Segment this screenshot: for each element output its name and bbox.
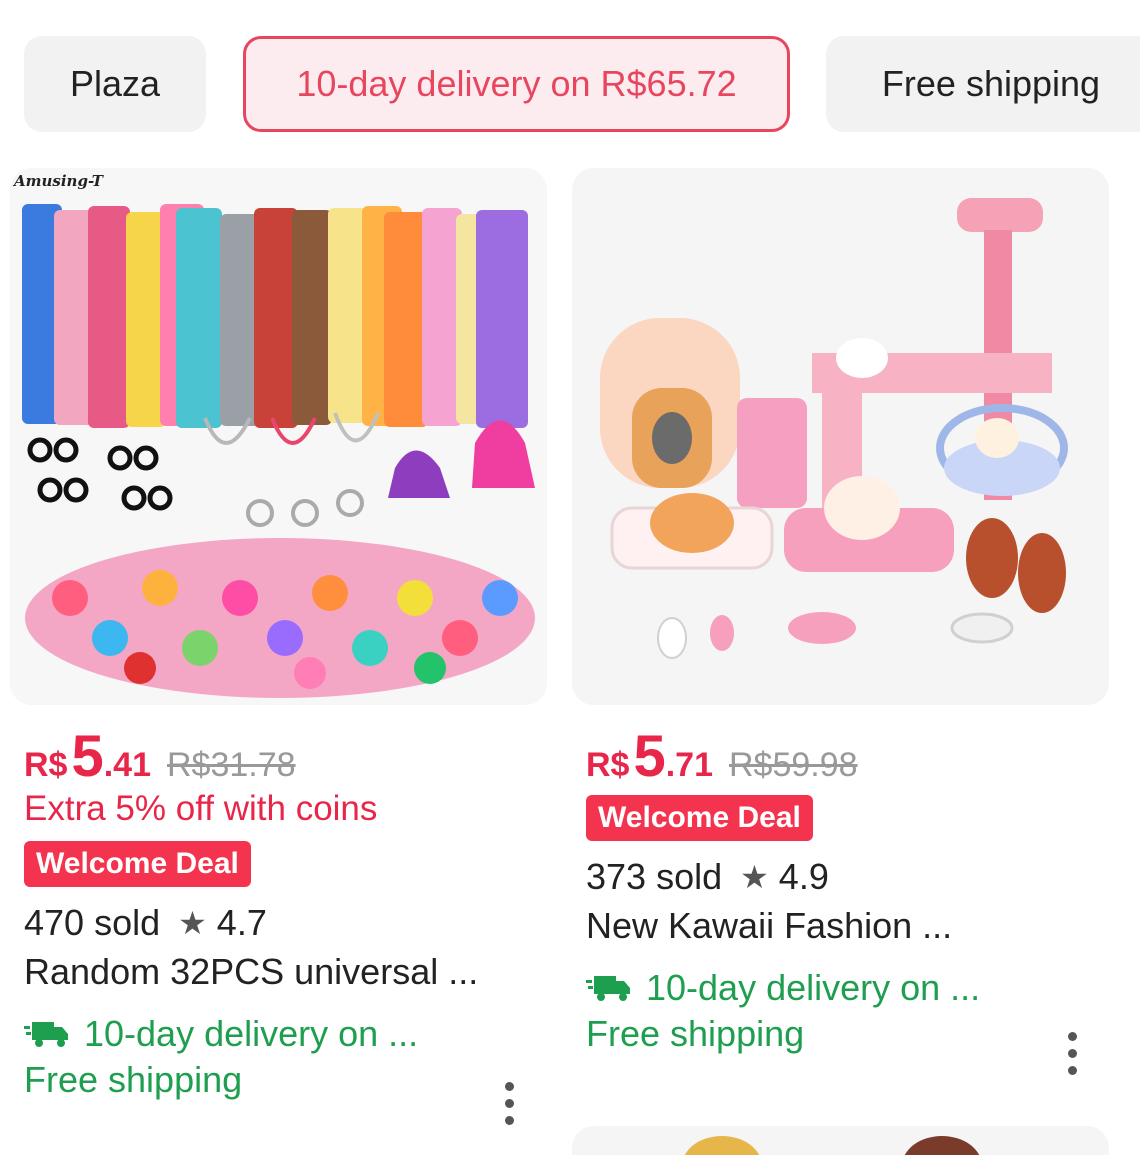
- product-image-pet-playset: [572, 168, 1109, 705]
- welcome-deal-badge: Welcome Deal: [24, 841, 251, 887]
- price: R$ 5 .41 R$31.78: [24, 723, 547, 789]
- sold-count: 470 sold: [24, 902, 161, 943]
- delivery-text: 10-day delivery on ...: [646, 967, 981, 1008]
- sales-rating: 373 sold ★ 4.9: [586, 853, 1109, 901]
- product-card[interactable]: Amusing-T R$ 5 .41 R$31.78 Extra 5% off …: [10, 168, 547, 1125]
- product-card-partial[interactable]: [572, 1126, 1109, 1155]
- price-integer: 5: [633, 724, 666, 789]
- sales-rating: 470 sold ★ 4.7: [24, 899, 547, 947]
- brand-mark: Amusing-T: [12, 172, 105, 190]
- coins-discount: Extra 5% off with coins: [24, 789, 378, 828]
- product-card[interactable]: R$ 5 .71 R$59.98 Welcome Deal 373 sold ★…: [572, 168, 1109, 1075]
- original-price: R$31.78: [167, 746, 296, 784]
- delivery-text: 10-day delivery on ...: [84, 1013, 419, 1054]
- more-options-icon[interactable]: [499, 1082, 519, 1125]
- filter-chip-plaza[interactable]: Plaza: [24, 36, 206, 132]
- product-image-doll-clothes: Amusing-T: [10, 168, 547, 705]
- welcome-deal-badge: Welcome Deal: [586, 795, 813, 841]
- filter-chip-free-shipping[interactable]: Free shipping: [826, 36, 1140, 132]
- sold-count: 373 sold: [586, 856, 723, 897]
- free-shipping-text: Free shipping: [24, 1059, 243, 1100]
- more-options-icon[interactable]: [1062, 1032, 1082, 1075]
- delivery-info: 10-day delivery on ...: [24, 1009, 547, 1059]
- product-image[interactable]: [572, 168, 1109, 705]
- star-icon: ★: [178, 905, 207, 941]
- price-decimal: .71: [665, 746, 713, 784]
- price-integer: 5: [71, 724, 104, 789]
- product-title[interactable]: New Kawaii Fashion ...: [586, 905, 1086, 955]
- product-title[interactable]: Random 32PCS universal ...: [24, 951, 524, 1001]
- original-price: R$59.98: [729, 746, 858, 784]
- currency-symbol: R$: [24, 746, 68, 784]
- price: R$ 5 .71 R$59.98: [586, 723, 1109, 789]
- free-shipping-text: Free shipping: [586, 1013, 805, 1054]
- price-decimal: .41: [103, 746, 151, 784]
- rating-value: 4.7: [216, 902, 267, 943]
- filter-chip-10-day-delivery[interactable]: 10-day delivery on R$65.72: [243, 36, 790, 132]
- star-icon: ★: [740, 859, 769, 895]
- truck-icon: [586, 976, 630, 1001]
- currency-symbol: R$: [586, 746, 630, 784]
- product-image-partial: [684, 1136, 980, 1155]
- delivery-info: 10-day delivery on ...: [586, 963, 1109, 1013]
- product-image[interactable]: Amusing-T: [10, 168, 547, 705]
- rating-value: 4.9: [778, 856, 829, 897]
- truck-icon: [24, 1022, 68, 1047]
